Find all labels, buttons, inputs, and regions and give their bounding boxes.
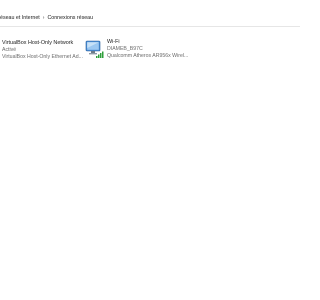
connection-item-virtualbox[interactable]: VirtualBox Host-Only Network Activé Virt… [2, 40, 84, 66]
breadcrumb-separator: › [42, 14, 45, 21]
connection-item-wifi[interactable]: Wi-Fi DIAMEB_B97C Qualcomm Atheros AR956… [85, 39, 190, 65]
connection-name: VirtualBox Host-Only Network [2, 40, 74, 46]
connection-status: DIAMEB_B97C [107, 46, 143, 53]
connection-adapter: Qualcomm Atheros AR956x Wirel... [107, 53, 189, 60]
wifi-adapter-icon [85, 39, 104, 59]
connection-status: Activé [2, 47, 17, 54]
connection-adapter: VirtualBox Host-Only Ethernet Ad... [2, 54, 83, 61]
breadcrumb[interactable]: éseau et Internet › Connexions réseau [0, 9, 300, 27]
title-strip [0, 0, 300, 8]
network-connections-window: éseau et Internet › Connexions réseau Vi… [0, 0, 300, 300]
connection-name: Wi-Fi [107, 39, 120, 45]
connections-list: VirtualBox Host-Only Network Activé Virt… [0, 27, 300, 300]
breadcrumb-network-internet[interactable]: éseau et Internet [0, 15, 40, 21]
breadcrumb-network-connections[interactable]: Connexions réseau [47, 15, 93, 21]
